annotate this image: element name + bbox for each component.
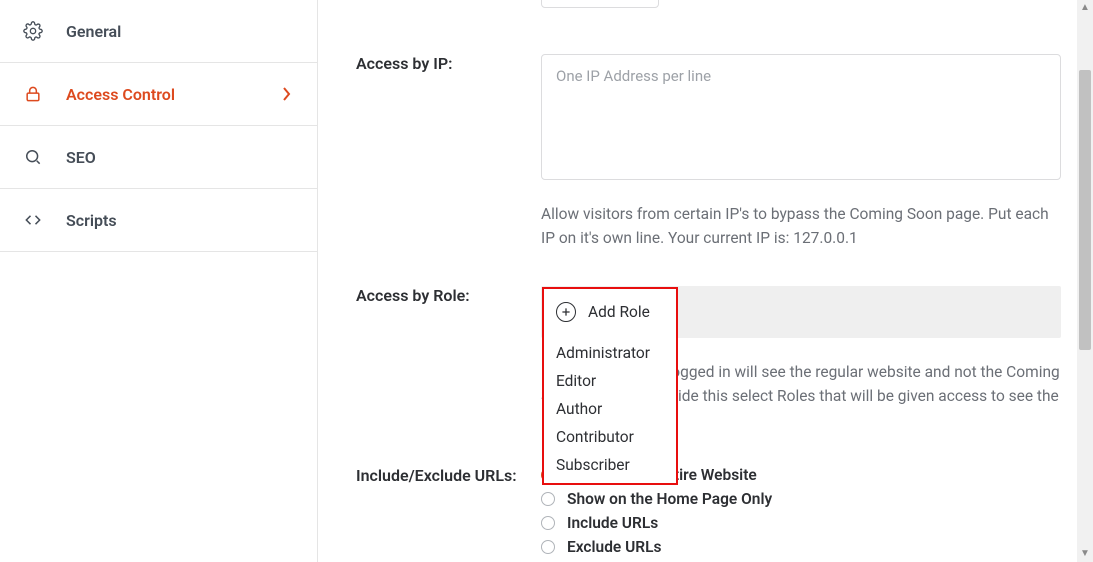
settings-form: Bypass URL Expires: Access by IP: Allow … (318, 0, 1093, 562)
chevron-right-icon (282, 87, 291, 101)
access-by-ip-input[interactable] (541, 54, 1061, 180)
add-role-dropdown: Administrator Editor Author Contributor … (542, 333, 678, 485)
sidebar-item-access-control[interactable]: Access Control (0, 63, 317, 126)
radio-home-page-only[interactable]: Show on the Home Page Only (541, 490, 1061, 508)
add-role-button[interactable]: Add Role (542, 287, 678, 335)
sidebar-item-label: Scripts (66, 211, 117, 230)
plus-circle-icon (556, 302, 576, 322)
lock-icon (22, 83, 44, 105)
role-option[interactable]: Author (544, 395, 676, 423)
scroll-up-icon[interactable]: ▲ (1077, 0, 1093, 16)
search-icon (22, 146, 44, 168)
radio-label: Include URLs (567, 514, 658, 532)
sidebar-item-scripts[interactable]: Scripts (0, 189, 317, 252)
sidebar-item-label: Access Control (66, 85, 175, 104)
settings-sidebar: General Access Control (0, 0, 318, 562)
radio-include-urls[interactable]: Include URLs (541, 514, 1061, 532)
vertical-scrollbar[interactable]: ▲ ▼ (1077, 0, 1093, 562)
code-icon (22, 209, 44, 231)
radio-icon (541, 540, 555, 554)
add-role-button-label: Add Role (588, 303, 650, 321)
radio-label: Exclude URLs (567, 538, 661, 556)
scroll-down-icon[interactable]: ▼ (1077, 546, 1093, 562)
field-label-access-by-ip: Access by IP: (318, 54, 541, 73)
radio-icon (541, 492, 555, 506)
access-by-ip-hint: Allow visitors from certain IP's to bypa… (541, 202, 1061, 250)
sidebar-item-label: General (66, 22, 121, 41)
role-option[interactable]: Editor (544, 367, 676, 395)
radio-label: Show on the Home Page Only (567, 490, 772, 508)
radio-exclude-urls[interactable]: Exclude URLs (541, 538, 1061, 556)
scroll-thumb[interactable] (1079, 70, 1091, 350)
radio-icon (541, 516, 555, 530)
sidebar-item-seo[interactable]: SEO (0, 126, 317, 189)
field-label-access-by-role: Access by Role: (318, 286, 541, 305)
sidebar-item-label: SEO (66, 148, 96, 167)
gear-icon (22, 20, 44, 42)
role-option[interactable]: Administrator (544, 339, 676, 367)
role-option[interactable]: Contributor (544, 423, 676, 451)
field-label-include-exclude: Include/Exclude URLs: (318, 466, 541, 485)
bypass-url-expires-select[interactable] (541, 0, 659, 8)
sidebar-item-general[interactable]: General (0, 0, 317, 63)
role-option[interactable]: Subscriber (544, 451, 676, 479)
